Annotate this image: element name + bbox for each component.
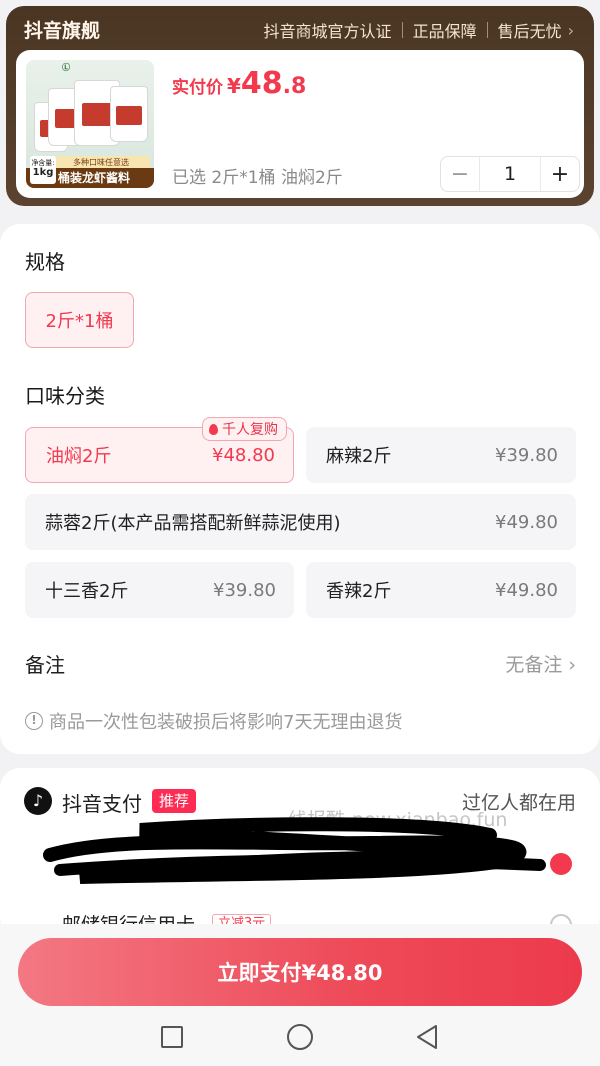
flavor-option-price: ¥39.80 [495,444,558,466]
return-policy-text: 商品一次性包装破损后将影响7天无理由退货 [49,712,403,733]
flavor-option-shisanxiang[interactable]: 十三香2斤 ¥39.80 [25,562,294,618]
price-label: 实付价 [172,78,223,98]
guarantee-genuine: 正品保障 [412,22,477,41]
flavor-option-suanrong[interactable]: 蒜蓉2斤(本产品需搭配新鲜蒜泥使用) ¥49.80 [25,494,576,550]
guarantee-aftersale: 售后无忧 [497,22,562,41]
divider [401,22,403,38]
price-currency: ¥ [227,74,241,98]
decrease-quantity-button[interactable]: − [441,157,479,191]
store-card: 抖音旗舰 抖音商城官方认证 正品保障 售后无忧 › Ⓛ 多种口味任意选 桶装龙虾… [6,6,594,206]
spec-option-label: 2斤*1桶 [45,311,114,332]
payment-method-name: 抖音支付 [62,792,142,816]
flavor-title: 口味分类 [25,384,105,408]
bottom-bar: 立即支付¥48.80 [0,924,600,1066]
flavor-option-price: ¥49.80 [495,511,558,533]
remark-row[interactable]: 备注 无备注 › [25,648,576,678]
selected-summary: 已选 2斤*1桶 油焖2斤 [172,168,343,188]
remark-value: 无备注 › [505,650,576,677]
redaction-scribble [43,817,546,884]
guarantee-official: 抖音商城官方认证 [263,22,392,41]
store-guarantees[interactable]: 抖音商城官方认证 正品保障 售后无忧 › [264,18,574,42]
product-image[interactable]: Ⓛ 多种口味任意选 桶装龙虾酱料 净含量: 1kg [26,60,154,188]
flavor-option-price: ¥48.80 [212,444,275,466]
product-logo: Ⓛ [62,63,70,72]
remark-label: 备注 [25,652,65,677]
net-weight-label: 净含量: [31,159,55,167]
options-panel: 规格 2斤*1桶 口味分类 油焖2斤 ¥48.80 千人复购 麻辣2斤 ¥39.… [0,224,600,754]
flavor-option-price: ¥49.80 [495,579,558,601]
repurchase-badge: 千人复购 [202,417,287,441]
product-image-caption: 桶装龙虾酱料 [58,171,131,185]
flavor-option-name: 十三香2斤 [45,581,129,602]
back-icon[interactable] [414,1023,440,1051]
flavor-option-name: 麻辣2斤 [326,446,392,467]
douyin-logo-icon: ♪ [24,787,52,815]
chevron-right-icon: › [568,653,576,676]
flavor-option-xiangla[interactable]: 香辣2斤 ¥49.80 [306,562,576,618]
store-title: 抖音旗舰 [24,20,101,42]
remark-value-text: 无备注 [505,653,563,676]
net-weight-badge: 净含量: 1kg [30,156,56,184]
return-policy-notice: ! 商品一次性包装破损后将影响7天无理由退货 [25,708,402,734]
net-weight-value: 1kg [32,167,54,178]
store-brand-bar[interactable]: 抖音旗舰 抖音商城官方认证 正品保障 售后无忧 › [6,6,594,50]
increase-quantity-button[interactable]: + [541,157,579,191]
product-header: 抖音旗舰 抖音商城官方认证 正品保障 售后无忧 › Ⓛ 多种口味任意选 桶装龙虾… [0,0,600,212]
spec-title: 规格 [25,250,65,274]
flavor-option-name: 蒜蓉2斤(本产品需搭配新鲜蒜泥使用) [45,513,341,534]
quantity-value[interactable]: 1 [479,157,541,191]
divider [486,22,488,38]
pay-now-button[interactable]: 立即支付¥48.80 [18,938,582,1006]
price-decimal: .8 [282,74,307,99]
product-summary: Ⓛ 多种口味任意选 桶装龙虾酱料 净含量: 1kg 实付价 ¥ 48 .8 已选 [16,50,584,198]
quantity-stepper: − 1 + [440,156,580,192]
system-nav-bar [0,1010,600,1066]
chevron-right-icon: › [567,20,574,40]
price-integer: 48 [240,66,283,101]
home-icon[interactable] [287,1024,313,1050]
spec-option-2jin-1tong[interactable]: 2斤*1桶 [25,292,134,348]
recent-apps-icon[interactable] [161,1026,183,1048]
flavor-option-mala[interactable]: 麻辣2斤 ¥39.80 [306,427,576,483]
flavor-option-name: 香辣2斤 [326,581,392,602]
flavor-option-name: 油焖2斤 [46,446,112,467]
flavor-option-price: ¥39.80 [213,579,276,601]
actual-price: 实付价 ¥ 48 .8 [172,66,306,101]
bucket-graphic [110,86,148,142]
recommended-badge: 推荐 [152,789,197,813]
info-icon: ! [25,712,43,730]
flame-icon [209,423,218,435]
repurchase-badge-label: 千人复购 [222,422,278,438]
